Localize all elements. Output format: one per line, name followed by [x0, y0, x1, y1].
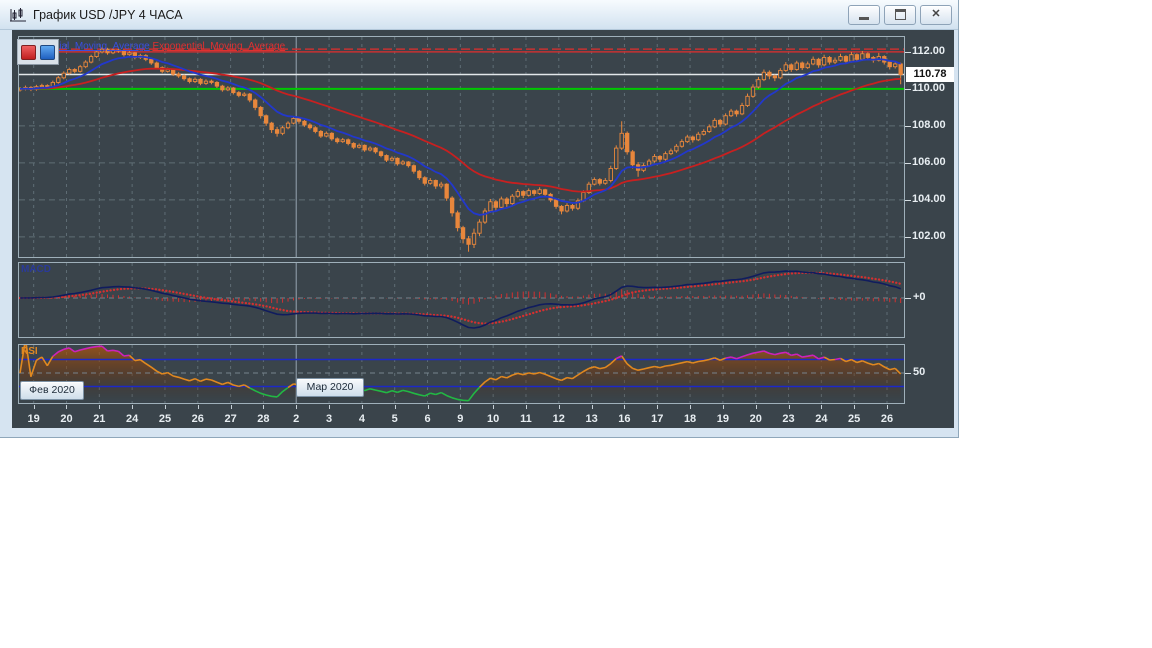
rsi-axis-tick — [905, 373, 911, 374]
close-button[interactable]: ✕ — [920, 4, 952, 25]
rsi-mid-axis-label: 50 — [913, 366, 926, 378]
window-titlebar[interactable]: График USD /JPY 4 ЧАСА ✕ — [0, 0, 958, 30]
price-axis-label: 112.00 — [912, 44, 946, 57]
legend-ema-slow-label: Exponential_Moving_Average — [152, 41, 286, 52]
time-axis-tick — [394, 405, 396, 409]
time-axis-label: 25 — [848, 413, 861, 425]
time-axis-tick — [132, 405, 134, 409]
time-axis-tick — [821, 405, 823, 409]
time-axis-tick — [197, 405, 199, 409]
time-axis-label: 23 — [782, 413, 795, 425]
price-axis-tick — [905, 88, 911, 90]
window-controls: ✕ — [848, 4, 952, 25]
time-axis-tick — [722, 405, 724, 409]
price-axis-tick — [905, 199, 911, 201]
time-axis-label: 4 — [358, 413, 365, 425]
time-axis-label: 16 — [618, 413, 631, 425]
chart-client-area: Exponential_Moving_Average.Exponential_M… — [12, 30, 954, 428]
rsi-label: RSI — [21, 346, 38, 357]
time-axis-label: 26 — [191, 413, 204, 425]
bearish-candle-style-button[interactable] — [21, 44, 36, 60]
price-axis-label: 110.00 — [912, 81, 946, 94]
time-axis-label: 25 — [158, 413, 172, 425]
time-axis-tick — [164, 405, 166, 409]
time-axis-tick — [427, 405, 429, 409]
time-axis-label: 18 — [683, 413, 697, 425]
time-axis-tick — [591, 405, 593, 409]
time-axis-label: 24 — [815, 413, 828, 425]
current-price-tag: 110.78 — [906, 67, 954, 82]
time-axis-tick — [361, 405, 363, 409]
time-axis-tick — [755, 405, 757, 409]
time-axis-tick — [263, 405, 265, 409]
time-axis-tick — [99, 405, 101, 409]
minimize-icon — [859, 17, 869, 20]
time-axis-tick — [230, 405, 232, 409]
time-axis-label: 13 — [585, 413, 598, 425]
time-axis-tick — [624, 405, 626, 409]
time-axis-tick — [296, 405, 298, 409]
time-axis-label: 3 — [325, 413, 333, 425]
time-axis-tick — [66, 405, 68, 409]
month-label-mar: Мар 2020 — [296, 378, 364, 397]
time-axis-tick — [460, 405, 462, 409]
minimize-button[interactable] — [848, 4, 880, 25]
time-axis-label: 28 — [257, 413, 270, 425]
macd-panel[interactable] — [18, 262, 905, 338]
time-axis-label: 9 — [457, 413, 464, 425]
time-axis-tick — [525, 405, 527, 409]
rsi-panel[interactable] — [18, 344, 905, 404]
time-axis-tick — [690, 405, 692, 409]
time-axis-label: 11 — [520, 413, 532, 425]
macd-axis-tick — [905, 298, 911, 299]
window-title: График USD /JPY 4 ЧАСА — [33, 7, 183, 22]
macd-label: MACD — [21, 264, 51, 275]
time-axis-label: 2 — [293, 413, 300, 425]
time-axis-label: 20 — [60, 413, 73, 425]
desktop-background: График USD /JPY 4 ЧАСА ✕ Exponential_Mov… — [0, 0, 1152, 648]
time-axis-tick — [493, 405, 495, 409]
time-axis-tick — [558, 405, 560, 409]
restore-button[interactable] — [884, 4, 916, 25]
time-axis: 19 20 21 24 25 26 27 28 2 3 4 5 6 9 10 11 12 13 16 17 18 19 20… — [12, 405, 954, 428]
month-label-feb: Фев 2020 — [20, 381, 84, 400]
price-axis-tick — [905, 125, 911, 127]
price-axis-label: 108.00 — [912, 118, 946, 131]
price-axis-tick — [905, 236, 911, 238]
restore-icon — [894, 9, 906, 20]
price-axis-label: 106.00 — [912, 155, 946, 168]
time-axis-label: 20 — [749, 413, 762, 425]
chart-toolbar — [17, 39, 59, 65]
time-axis-label: 12 — [552, 413, 565, 425]
time-axis-tick — [788, 405, 790, 409]
time-axis-tick — [854, 405, 856, 409]
time-axis-label: 27 — [224, 413, 237, 425]
price-axis-tick — [905, 162, 911, 164]
time-axis-tick — [657, 405, 659, 409]
time-axis-label: 19 — [27, 413, 40, 425]
time-axis-label: 10 — [487, 413, 500, 425]
macd-zero-axis-label: +0 — [913, 291, 926, 303]
time-axis-label: 5 — [391, 413, 398, 425]
time-axis-tick — [886, 405, 888, 409]
time-axis-label: 26 — [880, 413, 894, 425]
bullish-candle-style-button[interactable] — [40, 44, 55, 60]
time-axis-tick — [33, 405, 35, 409]
price-axis-label: 104.00 — [912, 192, 946, 205]
time-axis-label: 6 — [424, 413, 431, 425]
time-axis-label: 24 — [126, 413, 139, 425]
time-axis-label: 17 — [651, 413, 664, 425]
price-chart-panel[interactable] — [18, 36, 905, 258]
chart-app-icon — [8, 7, 28, 23]
price-axis-label: 102.00 — [912, 229, 946, 242]
time-axis-label: 21 — [93, 413, 106, 425]
chart-window: График USD /JPY 4 ЧАСА ✕ Exponential_Mov… — [0, 0, 959, 438]
close-icon: ✕ — [931, 8, 941, 20]
time-axis-tick — [329, 405, 331, 409]
time-axis-label: 19 — [716, 413, 730, 425]
price-axis-tick — [905, 51, 911, 53]
